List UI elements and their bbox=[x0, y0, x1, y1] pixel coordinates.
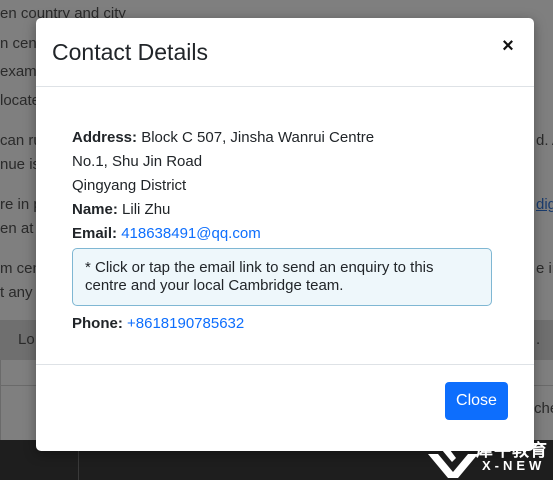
modal-header: Contact Details × bbox=[36, 18, 534, 87]
phone-line: Phone: +8618190785632 bbox=[72, 312, 502, 336]
phone-link[interactable]: +8618190785632 bbox=[127, 315, 244, 332]
name-line: Name: Lili Zhu bbox=[72, 198, 502, 222]
watermark-logo-icon bbox=[428, 450, 478, 478]
email-link[interactable]: 418638491@qq.com bbox=[121, 225, 261, 242]
contact-details-modal: Contact Details × Address: Block C 507, … bbox=[36, 18, 534, 451]
address-line-2: No.1, Shu Jin Road bbox=[72, 153, 203, 170]
background-text: locate bbox=[0, 92, 41, 109]
background-link: dig bbox=[536, 196, 553, 213]
background-text: exam bbox=[0, 63, 37, 80]
name-label: Name: bbox=[72, 201, 118, 218]
email-label: Email: bbox=[72, 225, 118, 242]
info-note: * Click or tap the email link to send an… bbox=[72, 248, 492, 306]
modal-body: Address: Block C 507, Jinsha Wanrui Cent… bbox=[72, 126, 502, 336]
background-divider bbox=[0, 360, 1, 440]
close-button[interactable]: Close bbox=[445, 382, 508, 420]
address-value: Block C 507, Jinsha Wanrui Centre bbox=[141, 129, 375, 146]
background-text: che bbox=[534, 400, 553, 417]
background-text: m cen bbox=[0, 260, 41, 277]
address-label: Address: bbox=[72, 129, 138, 146]
background-text: nue is bbox=[0, 156, 41, 173]
background-text: d. A bbox=[536, 132, 553, 149]
watermark-english-text: X-NEW bbox=[482, 458, 546, 473]
background-text: . bbox=[536, 331, 541, 348]
name-value: Lili Zhu bbox=[122, 201, 171, 218]
close-icon[interactable]: × bbox=[496, 34, 520, 58]
background-band-text: Lo bbox=[18, 331, 35, 348]
email-line: Email: 418638491@qq.com bbox=[72, 222, 502, 246]
address-line: Address: Block C 507, Jinsha Wanrui Cent… bbox=[72, 126, 502, 150]
watermark: 犀牛教育 X-NEW bbox=[428, 436, 553, 480]
address-line-3: Qingyang District bbox=[72, 177, 187, 194]
background-text: e in bbox=[536, 260, 553, 277]
modal-title: Contact Details bbox=[52, 39, 208, 65]
phone-label: Phone: bbox=[72, 315, 123, 332]
